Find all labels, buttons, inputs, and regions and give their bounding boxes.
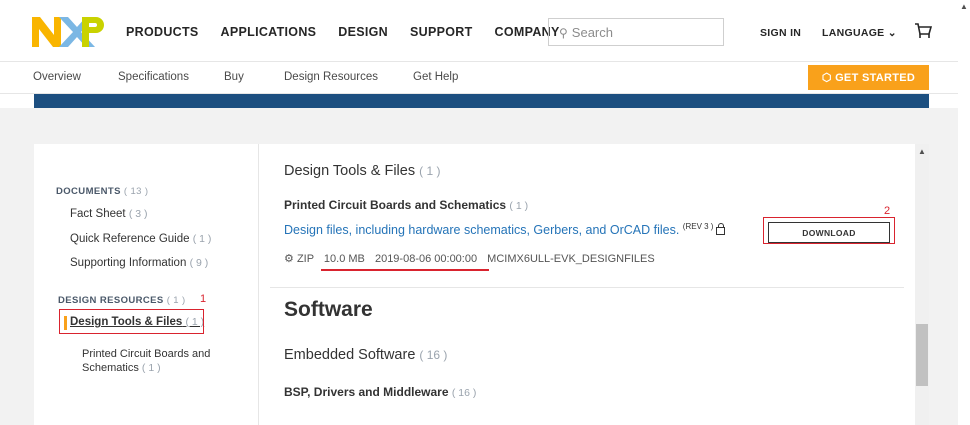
language-dropdown[interactable]: LANGUAGE ⌄ — [822, 27, 897, 39]
annotation-box-1 — [59, 309, 204, 334]
subnav-buy[interactable]: Buy — [224, 71, 244, 83]
file-date: 2019-08-06 00:00:00 — [374, 253, 478, 265]
bsp-section-text: BSP, Drivers and Middleware — [284, 385, 449, 399]
design-tools-title-text: Design Tools & Files — [284, 163, 416, 179]
product-subnav: Overview Specifications Buy Design Resou… — [0, 62, 958, 94]
subnav-design-resources[interactable]: Design Resources — [284, 71, 378, 83]
pcb-label-line2: Schematics — [82, 362, 139, 374]
sidebar-item-fact-sheet[interactable]: Fact Sheet ( 3 ) — [70, 208, 148, 220]
zip-icon: ⚙ — [284, 253, 294, 265]
fact-sheet-label: Fact Sheet — [70, 208, 126, 220]
pcb-section-count: ( 1 ) — [509, 200, 529, 212]
embedded-software-title: Embedded Software ( 16 ) — [284, 347, 447, 363]
file-size: 10.0 MB — [323, 253, 365, 265]
bsp-section-count: ( 16 ) — [451, 387, 477, 399]
bsp-section-title: BSP, Drivers and Middleware ( 16 ) — [284, 385, 476, 399]
design-tools-title: Design Tools & Files ( 1 ) — [284, 163, 440, 179]
quick-reference-label: Quick Reference Guide — [70, 233, 190, 245]
nav-applications[interactable]: APPLICATIONS — [221, 25, 317, 39]
get-started-button[interactable]: ⬡ GET STARTED — [808, 65, 929, 90]
scroll-up-icon[interactable]: ▲ — [960, 2, 968, 11]
cube-icon: ⬡ — [821, 72, 832, 84]
nxp-logo[interactable] — [32, 17, 104, 47]
file-meta: ⚙ ZIP 10.0 MB 2019-08-06 00:00:00 MCIMX6… — [284, 252, 655, 265]
sign-in-link[interactable]: SIGN IN — [760, 27, 801, 39]
annotation-underline — [321, 269, 489, 271]
card-scrollbar[interactable]: ▲ — [915, 144, 929, 425]
search-input[interactable]: ⚲ Search — [548, 18, 724, 46]
pcb-label-line2-wrap: Schematics ( 1 ) — [82, 361, 210, 375]
card-scroll-up-icon[interactable]: ▲ — [918, 147, 926, 156]
resources-sidebar: DOCUMENTS ( 13 ) Fact Sheet ( 3 ) Quick … — [34, 144, 259, 425]
design-resources-label: DESIGN RESOURCES — [58, 295, 164, 306]
pcb-label-line1: Printed Circuit Boards and — [82, 348, 211, 360]
site-header: PRODUCTS APPLICATIONS DESIGN SUPPORT COM… — [0, 0, 958, 62]
revision-label: (REV 3 ) — [682, 222, 714, 231]
file-name: MCIMX6ULL-EVK_DESIGNFILES — [487, 253, 655, 265]
supporting-info-label: Supporting Information — [70, 257, 187, 269]
fact-sheet-count: ( 3 ) — [128, 208, 148, 220]
resources-main: Design Tools & Files ( 1 ) Printed Circu… — [260, 144, 915, 425]
pcb-section-title: Printed Circuit Boards and Schematics ( … — [284, 198, 528, 212]
file-type: ZIP — [296, 253, 314, 265]
nav-support[interactable]: SUPPORT — [410, 25, 473, 39]
sidebar-item-pcb-schematics[interactable]: Printed Circuit Boards and Schematics ( … — [82, 347, 210, 375]
cart-icon[interactable] — [914, 22, 932, 40]
search-placeholder: Search — [571, 25, 613, 40]
embedded-software-count: ( 16 ) — [419, 348, 448, 362]
design-resources-card: DOCUMENTS ( 13 ) Fact Sheet ( 3 ) Quick … — [34, 144, 929, 425]
design-resources-heading[interactable]: DESIGN RESOURCES ( 1 ) — [58, 295, 186, 306]
sidebar-item-supporting-info[interactable]: Supporting Information ( 9 ) — [70, 257, 208, 269]
subnav-specifications[interactable]: Specifications — [118, 71, 189, 83]
subnav-get-help[interactable]: Get Help — [413, 71, 458, 83]
pcb-section-text: Printed Circuit Boards and Schematics — [284, 198, 507, 212]
documents-count: ( 13 ) — [123, 186, 149, 197]
software-title: Software — [284, 298, 373, 321]
card-scroll-thumb[interactable] — [916, 324, 928, 386]
pcb-count: ( 1 ) — [141, 362, 161, 374]
annotation-number-2: 2 — [884, 205, 891, 217]
search-icon: ⚲ — [559, 26, 568, 40]
design-files-link[interactable]: Design files, including hardware schemat… — [284, 222, 726, 238]
page-scrollbar[interactable]: ▲ — [958, 0, 970, 425]
quick-reference-count: ( 1 ) — [192, 233, 212, 245]
design-resources-count: ( 1 ) — [166, 295, 186, 306]
design-files-text: Design files, including hardware schemat… — [284, 223, 680, 238]
main-nav: PRODUCTS APPLICATIONS DESIGN SUPPORT COM… — [126, 25, 582, 39]
sidebar-item-quick-reference[interactable]: Quick Reference Guide ( 1 ) — [70, 233, 211, 245]
documents-heading[interactable]: DOCUMENTS ( 13 ) — [56, 186, 148, 197]
lock-icon — [716, 223, 726, 236]
supporting-info-count: ( 9 ) — [189, 257, 209, 269]
section-divider — [270, 287, 904, 288]
documents-label: DOCUMENTS — [56, 186, 121, 197]
subnav-overview[interactable]: Overview — [33, 71, 81, 83]
hero-band — [34, 94, 929, 108]
download-button[interactable]: DOWNLOAD — [768, 222, 890, 243]
nav-design[interactable]: DESIGN — [338, 25, 388, 39]
embedded-software-text: Embedded Software — [284, 347, 416, 363]
get-started-label: GET STARTED — [835, 72, 916, 84]
nav-products[interactable]: PRODUCTS — [126, 25, 199, 39]
annotation-number-1: 1 — [200, 293, 207, 305]
design-tools-title-count: ( 1 ) — [419, 164, 441, 178]
